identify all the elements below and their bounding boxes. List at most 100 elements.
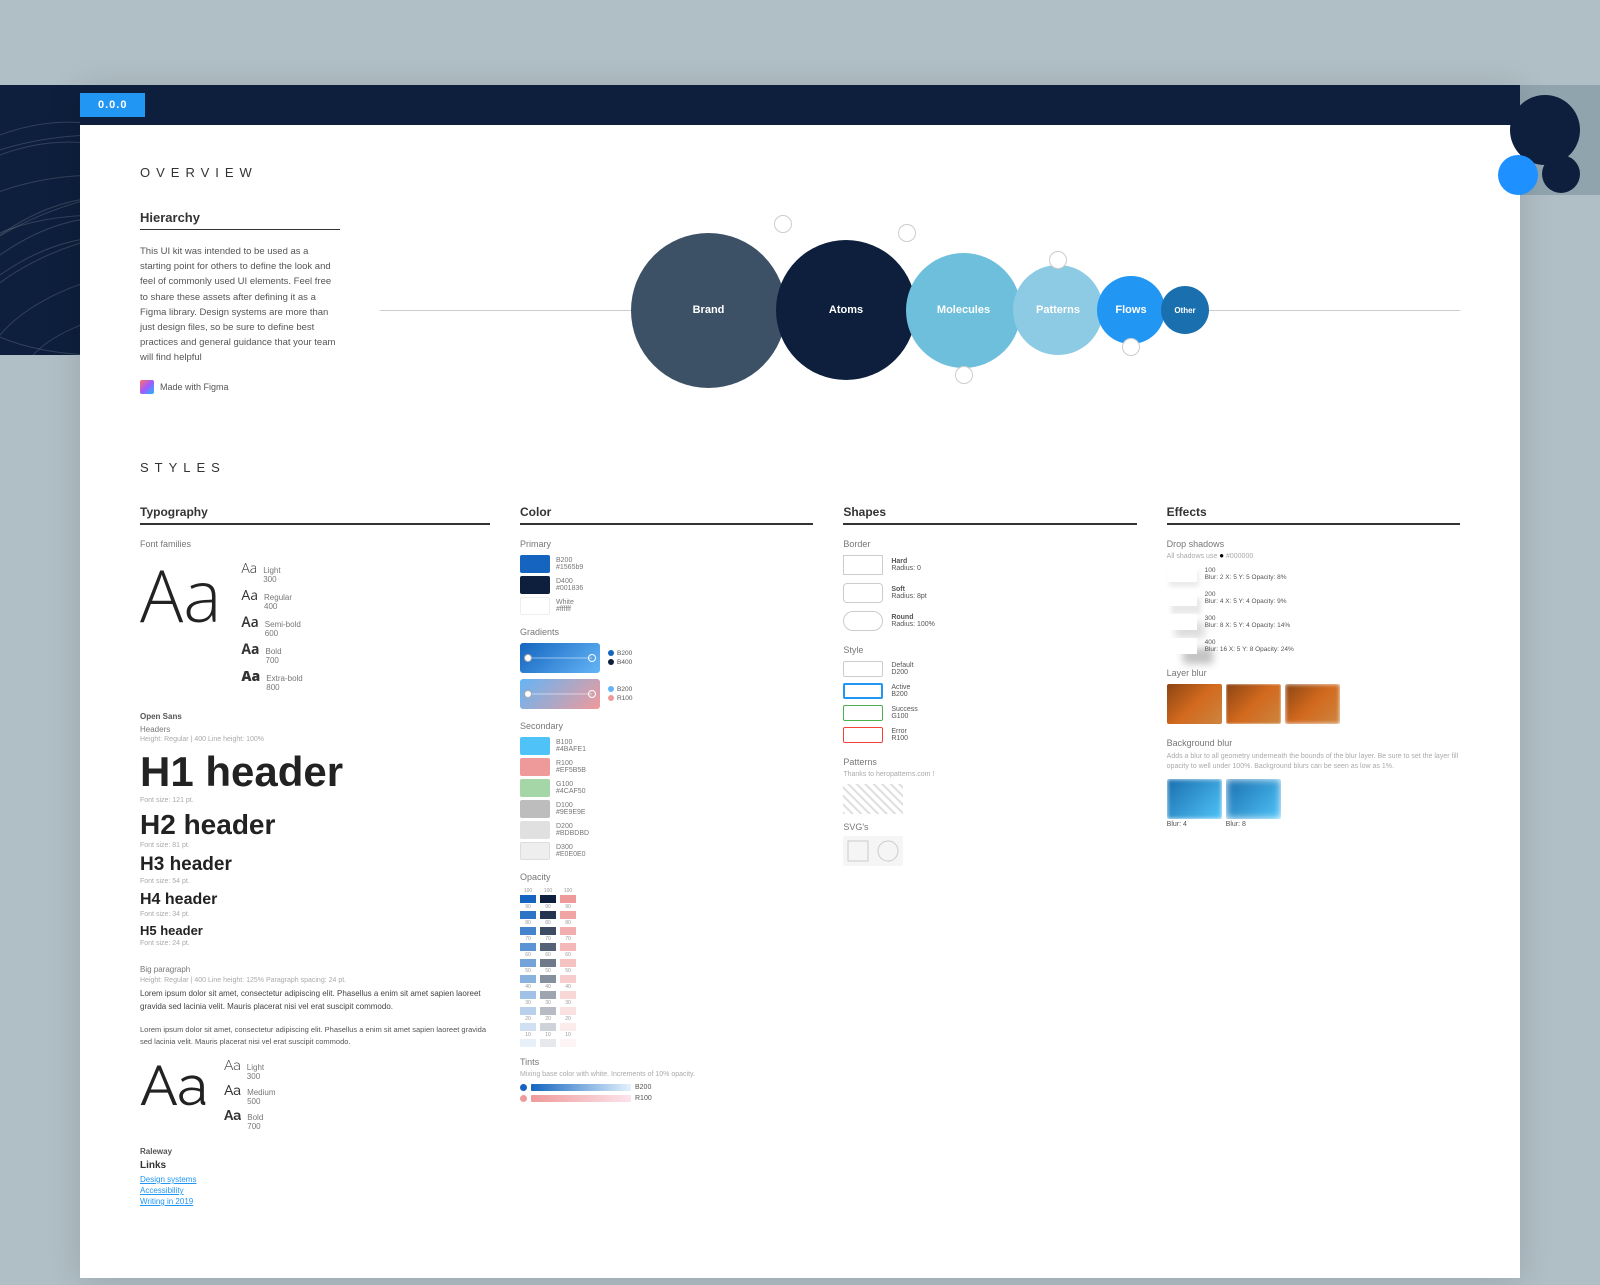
- small-para-text: Lorem ipsum dolor sit amet, consectetur …: [140, 1024, 490, 1048]
- blur-img-2: [1226, 684, 1281, 724]
- style-success: SuccessG100: [843, 705, 1136, 721]
- swatch-info-g100: G100#4CAF50: [556, 781, 586, 795]
- body-text: Lorem ipsum dolor sit amet, consectetur …: [140, 988, 490, 1014]
- shadow-box-100: [1167, 566, 1197, 582]
- raleway-demo: Aa Aa Light300 Aa Medium500 Aa Bold700: [140, 1058, 490, 1131]
- headers-section: Headers Height: Regular | 400 Line heigh…: [140, 725, 343, 958]
- grad-dot-b200-2: B200: [608, 686, 633, 693]
- style-info-success: SuccessG100: [891, 706, 917, 720]
- font-variant-regular: Aa Regular400: [241, 586, 302, 611]
- shadow-info-300: 300Blur: 8 X: 5 Y: 4 Opacity: 14%: [1205, 615, 1291, 629]
- patterns-label: Patterns: [843, 757, 1136, 767]
- link-accessibility[interactable]: Accessibility: [140, 1186, 490, 1195]
- border-items: HardRadius: 0 SoftRadius: 8pt RoundRadiu…: [843, 555, 1136, 631]
- swatch-info-white: White#ffffff: [556, 599, 574, 613]
- link-writing[interactable]: Writing in 2019: [140, 1197, 490, 1206]
- blur-img-3: [1285, 684, 1340, 724]
- swatch-info-d100: D100#9E9E9E: [556, 802, 586, 816]
- h5-size: Font size: 24 pt.: [140, 940, 343, 947]
- swatch-row-b100: B100#4BAFE1: [520, 737, 813, 755]
- raleway-name: Raleway: [140, 1147, 490, 1156]
- secondary-label: Secondary: [520, 721, 813, 731]
- hier-circle-brand: Brand: [631, 233, 786, 388]
- link-design-systems[interactable]: Design systems: [140, 1175, 490, 1184]
- hier-dot-molecules: [955, 366, 973, 384]
- shadow-info-400: 400Blur: 16 X: 5 Y: 8 Opacity: 24%: [1205, 639, 1294, 653]
- raleway-medium: Aa Medium500: [224, 1083, 276, 1106]
- open-sans-variants: Aa Light300 Aa Regular400 Aa Semi-bold60…: [241, 559, 302, 692]
- border-label: Border: [843, 539, 1136, 549]
- hier-circle-flows: Flows: [1097, 276, 1165, 344]
- h3-size: Font size: 54 pt.: [140, 878, 343, 885]
- typography-col-underline: [140, 523, 490, 525]
- swatch-g100: [520, 779, 550, 797]
- shadow-box-200: [1167, 590, 1197, 606]
- shadow-box-400: [1167, 638, 1197, 654]
- swatch-row-d100: D100#9E9E9E: [520, 800, 813, 818]
- font-variant-extrabold: Aa Extra-bold800: [241, 667, 302, 692]
- hier-item-patterns: Patterns: [1013, 265, 1103, 355]
- figma-icon: [140, 380, 154, 394]
- primary-swatches: B200#1565b9 D400#001836 White#ffffff: [520, 555, 813, 615]
- h2-demo: H2 header: [140, 810, 343, 841]
- bg-blur-8: Blur: 8: [1226, 779, 1281, 828]
- swatch-d400: [520, 576, 550, 594]
- styles-section: STYLES Typography Font families Aa Aa Li…: [80, 440, 1520, 1238]
- grad-row-2: B200 R100: [520, 679, 813, 709]
- tint-label-r100: R100: [635, 1095, 652, 1102]
- open-sans-big-aa: Aa: [140, 559, 221, 692]
- main-card: 0.0.0 OVERVIEW Hierarchy This UI kit was…: [80, 85, 1520, 1278]
- hier-circle-patterns: Patterns: [1013, 265, 1103, 355]
- effects-col: Effects Drop shadows All shadows use ● #…: [1167, 505, 1460, 1208]
- hier-circle-atoms: Atoms: [776, 240, 916, 380]
- open-sans-name: Open Sans: [140, 712, 490, 721]
- shadow-300: 300Blur: 8 X: 5 Y: 4 Opacity: 14%: [1167, 614, 1460, 630]
- hierarchy-underline: [140, 229, 340, 230]
- style-items: DefaultD200 ActiveB200 SuccessG100 Error…: [843, 661, 1136, 743]
- raleway-variants: Aa Light300 Aa Medium500 Aa Bold700: [224, 1058, 276, 1131]
- grad-dot-b400: B400: [608, 659, 632, 666]
- hier-dot-brand: [774, 215, 792, 233]
- gradients-label: Gradients: [520, 627, 813, 637]
- tint-bar-b200: B200: [520, 1084, 813, 1091]
- style-error: ErrorR100: [843, 727, 1136, 743]
- hier-item-brand: Brand: [631, 233, 786, 388]
- hier-item-other: Other: [1161, 286, 1209, 334]
- grad-dots-1: B200 B400: [608, 650, 632, 666]
- drop-shadows-label: Drop shadows: [1167, 539, 1460, 549]
- h4-size: Font size: 34 pt.: [140, 911, 343, 918]
- grad-dot-b200: B200: [608, 650, 632, 657]
- shadow-items: 100Blur: 2 X: 5 Y: 5 Opacity: 8% 200Blur…: [1167, 566, 1460, 654]
- bg-blur-box-8: [1226, 779, 1281, 819]
- pattern-box: [843, 784, 903, 814]
- border-box-round: [843, 611, 883, 631]
- h5-demo: H5 header: [140, 924, 343, 938]
- tints-label: Tints: [520, 1057, 813, 1067]
- shapes-col-underline: [843, 523, 1136, 525]
- swatch-info-b200: B200#1565b9: [556, 557, 583, 571]
- style-box-active: [843, 683, 883, 699]
- swatch-info-r100: R100#EF5B5B: [556, 760, 586, 774]
- deco-circle-blue: [1498, 155, 1538, 195]
- hier-circle-other: Other: [1161, 286, 1209, 334]
- headers-sub: Height: Regular | 400 Line height: 100%: [140, 736, 343, 743]
- swatch-row-white: White#ffffff: [520, 597, 813, 615]
- deco-circle-dark-sm: [1542, 155, 1580, 193]
- swatch-row-b200: B200#1565b9: [520, 555, 813, 573]
- opacity-red-col: 100 90 80 70 60 50 40 30: [560, 888, 576, 1047]
- swatch-d300: [520, 842, 550, 860]
- h1-demo: H1 header: [140, 749, 343, 795]
- styles-grid: Typography Font families Aa Aa Light300 …: [140, 505, 1460, 1208]
- swatch-row-d400: D400#001836: [520, 576, 813, 594]
- bg-blur-4: Blur: 4: [1167, 779, 1222, 828]
- typography-col: Typography Font families Aa Aa Light300 …: [140, 505, 490, 1208]
- color-col: Color Primary B200#1565b9 D400#001836 Wh…: [520, 505, 813, 1208]
- shadow-200: 200Blur: 4 X: 5 Y: 4 Opacity: 9%: [1167, 590, 1460, 606]
- swatch-info-d300: D300#E0E0E0: [556, 844, 586, 858]
- hier-item-atoms: Atoms: [776, 240, 916, 380]
- raleway-bold: Aa Bold700: [224, 1108, 276, 1131]
- effects-col-title: Effects: [1167, 505, 1460, 519]
- opacity-blue-col: 100 90 80 70 60 50 40 30: [520, 888, 536, 1047]
- made-with-figma: Made with Figma: [140, 380, 340, 394]
- blur-img-1: [1167, 684, 1222, 724]
